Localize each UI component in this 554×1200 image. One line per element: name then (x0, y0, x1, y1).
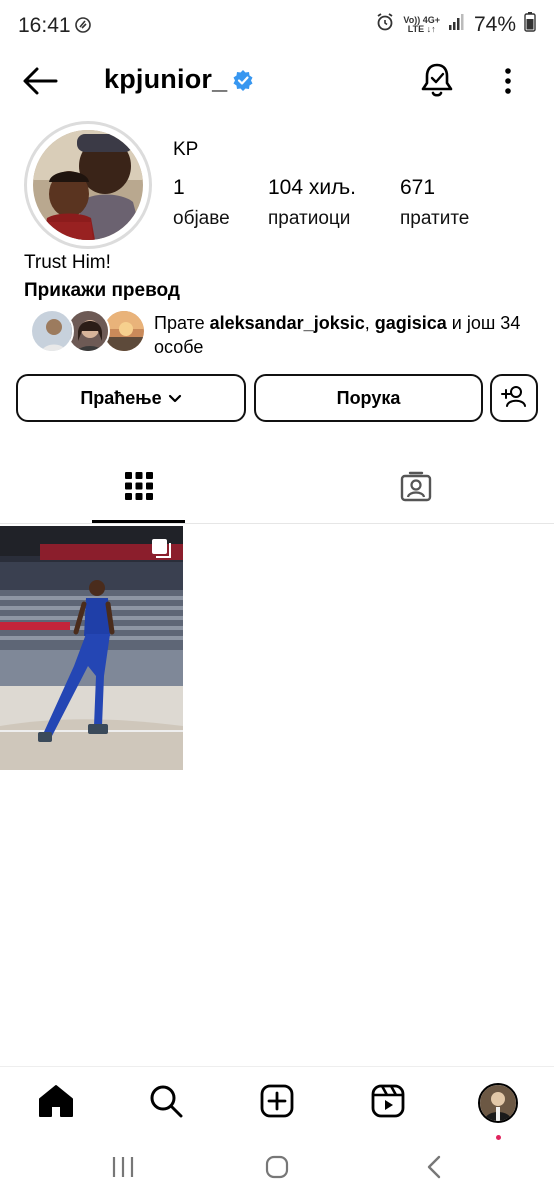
nav-reels[interactable] (366, 1081, 410, 1125)
profile-avatar[interactable] (33, 130, 143, 240)
stat-following-value: 671 (400, 176, 436, 199)
create-icon (260, 1084, 294, 1123)
nav-profile[interactable] (476, 1081, 520, 1140)
stat-posts-value: 1 (173, 176, 185, 199)
stat-followers[interactable]: 104 хиљ. пратиоци (268, 176, 356, 230)
profile-header: kpjunior_ (0, 52, 554, 110)
more-options-icon[interactable] (496, 66, 520, 96)
tagged-person-icon (400, 470, 432, 507)
signal-icon (448, 13, 466, 36)
followed-prefix: Прате (154, 313, 210, 333)
profile-avatar-ring[interactable] (24, 121, 152, 249)
system-navigation (0, 1140, 554, 1200)
alarm-icon (375, 12, 395, 37)
chevron-down-icon (168, 388, 182, 409)
following-button[interactable]: Праћење (16, 374, 246, 422)
grid-icon (124, 471, 153, 505)
verified-badge-icon (232, 69, 254, 91)
add-person-icon (501, 384, 527, 413)
profile-username: kpjunior_ (104, 64, 228, 94)
mutual-followers-text[interactable]: Прате aleksandar_joksic, gagisica и још … (154, 311, 534, 359)
notification-bell-icon[interactable] (420, 62, 454, 98)
status-bar: 16:41 Vo)) 4G+ LTE ↓↑ 74% (0, 0, 554, 52)
stat-followers-value: 104 хиљ. (268, 176, 356, 199)
stat-posts-label: објаве (173, 208, 230, 229)
followed-separator: , (364, 313, 375, 333)
display-name: KP (173, 139, 199, 160)
back-button-icon[interactable] (424, 1154, 444, 1185)
mutual-avatar (30, 309, 74, 353)
back-arrow-icon[interactable] (22, 66, 58, 96)
nav-search[interactable] (144, 1081, 188, 1125)
home-button-icon[interactable] (264, 1154, 290, 1185)
following-button-label: Праћење (80, 387, 162, 408)
followed-user-2[interactable]: gagisica (375, 313, 447, 333)
bottom-navigation (0, 1066, 554, 1140)
stat-following-label: пратите (400, 208, 470, 229)
network-indicator: Vo)) 4G+ LTE ↓↑ (403, 15, 440, 34)
tab-grid[interactable] (0, 452, 277, 524)
multiple-posts-icon (151, 538, 173, 565)
network-bottom-text: LTE ↓↑ (407, 23, 436, 34)
nav-create[interactable] (255, 1081, 299, 1125)
stat-posts[interactable]: 1 објаве (173, 176, 230, 230)
nav-home[interactable] (34, 1081, 78, 1125)
profile-tabs (0, 452, 554, 524)
profile-bio: Trust Him! (24, 252, 111, 273)
home-icon (38, 1084, 74, 1123)
status-right: Vo)) 4G+ LTE ↓↑ 74% (375, 12, 536, 37)
data-saver-icon (74, 16, 92, 39)
followed-user-1[interactable]: aleksandar_joksic (210, 313, 365, 333)
message-button-label: Порука (336, 387, 401, 408)
mutual-followers-avatars[interactable] (30, 309, 150, 353)
post-thumbnail[interactable] (0, 526, 183, 770)
stat-following[interactable]: 671 пратите (400, 176, 469, 230)
status-time: 16:41 (18, 14, 71, 37)
reels-icon (371, 1084, 405, 1123)
stat-followers-label: пратиоци (268, 208, 351, 229)
tab-tagged[interactable] (277, 452, 554, 524)
search-icon (149, 1084, 183, 1123)
suggest-accounts-button[interactable] (490, 374, 538, 422)
active-tab-indicator (92, 520, 185, 523)
translate-link[interactable]: Прикажи превод (24, 280, 180, 302)
battery-percent: 74% (473, 12, 516, 36)
battery-icon (524, 12, 536, 37)
recent-apps-icon[interactable] (110, 1154, 136, 1185)
profile-avatar-small (478, 1083, 518, 1123)
message-button[interactable]: Порука (254, 374, 483, 422)
